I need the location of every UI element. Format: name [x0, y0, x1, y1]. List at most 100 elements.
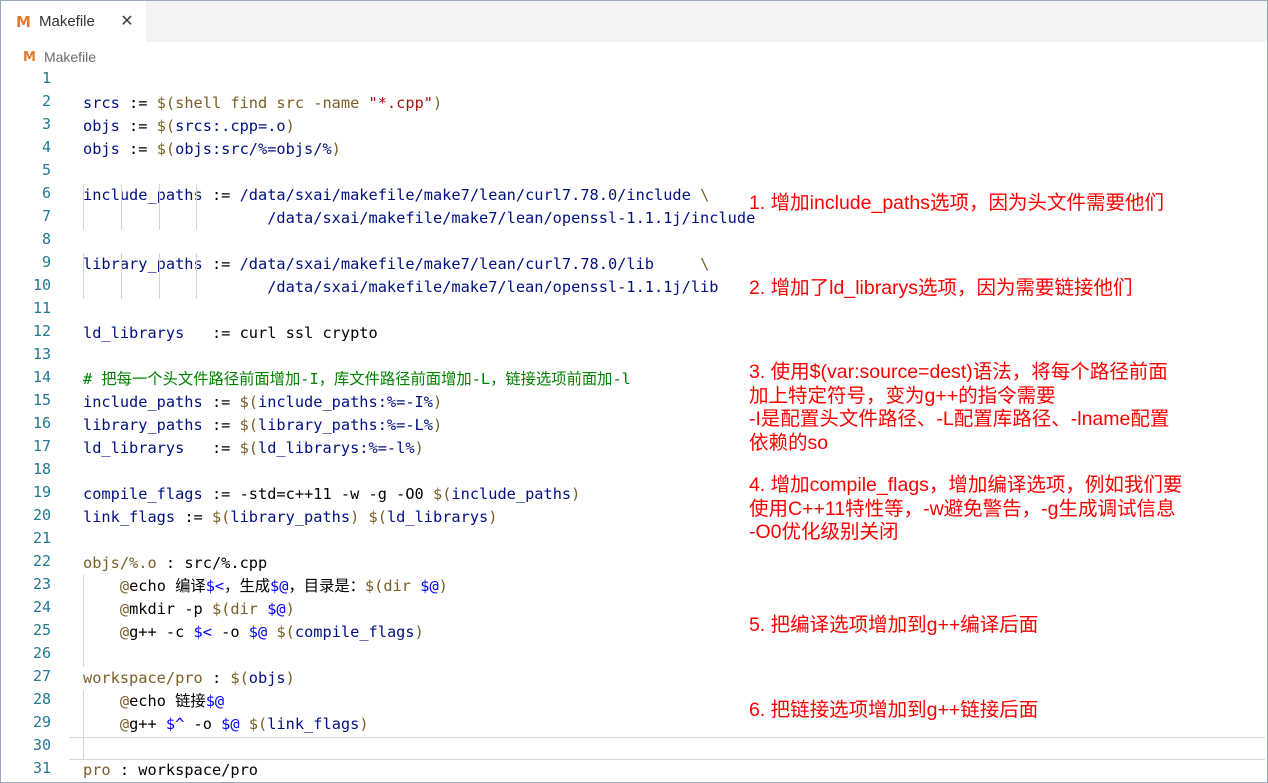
code-token: /data/sxai/makefile/make7/lean/curl7.78.… — [239, 255, 701, 273]
editor-window: M Makefile ✕ M Makefile 1 2 srcs := $(shel… — [0, 0, 1268, 783]
line-code: workspace/pro : $(objs) — [83, 667, 295, 690]
line-code: @g++ $^ -o $@ $(link_flags) — [83, 713, 369, 736]
code-token: ld_librarys — [386, 508, 489, 526]
code-token: include_paths — [451, 485, 572, 503]
code-token: $@ — [248, 623, 268, 641]
line-number: 6 — [41, 184, 51, 202]
code-line[interactable]: 8 — [1, 230, 1267, 253]
code-line[interactable]: 29 @g++ $^ -o $@ $(link_flags) — [1, 713, 1267, 736]
code-token: ) — [331, 140, 341, 158]
code-line[interactable]: 11 — [1, 299, 1267, 322]
breadcrumb-label: Makefile — [43, 49, 97, 65]
code-line[interactable]: 26 — [1, 644, 1267, 667]
code-token: @ — [119, 692, 130, 710]
code-token: ) — [488, 508, 498, 526]
code-token: -o — [184, 715, 222, 733]
indent-guide — [159, 184, 160, 230]
code-token: srcs — [83, 94, 120, 112]
code-token: ) — [432, 94, 443, 112]
code-line[interactable]: 5 — [1, 161, 1267, 184]
code-token: objs/%.o — [83, 554, 157, 572]
line-number: 1 — [41, 69, 51, 87]
code-token: g++ -c — [129, 623, 194, 641]
code-token: library_paths:%=-L% — [258, 416, 433, 434]
makefile-icon: M — [16, 13, 31, 31]
code-line[interactable]: 24 @mkdir -p $(dir $@) — [1, 598, 1267, 621]
code-token: @ — [119, 623, 130, 641]
code-line[interactable]: 27 workspace/pro : $(objs) — [1, 667, 1267, 690]
line-number: 10 — [32, 276, 51, 294]
code-token: -o — [211, 623, 249, 641]
code-token: := — [175, 508, 212, 526]
code-token: ) — [285, 600, 295, 618]
line-code: include_paths := $(include_paths:%=-I%) — [83, 391, 442, 414]
code-line[interactable]: 31 pro : workspace/pro — [1, 759, 1267, 782]
code-line[interactable]: 12 ld_librarys := curl ssl crypto — [1, 322, 1267, 345]
code-token: $( — [156, 140, 176, 158]
tab-makefile[interactable]: M Makefile ✕ — [1, 1, 146, 42]
code-line[interactable]: 1 — [1, 69, 1267, 92]
code-token: compile_flags — [294, 623, 415, 641]
code-token: library_paths — [83, 255, 203, 273]
code-token: $(dir — [211, 600, 268, 618]
code-token: $( — [276, 623, 295, 641]
makefile-icon: M — [23, 49, 36, 65]
annotation-1: 1. 增加include_paths选项，因为头文件需要他们 — [749, 192, 1165, 214]
code-token: $@ — [221, 715, 240, 733]
line-number: 23 — [32, 575, 51, 593]
code-token: echo 链接 — [129, 692, 206, 710]
line-code: link_flags := $(library_paths) $(ld_libr… — [83, 506, 497, 529]
code-line[interactable]: 28 @echo 链接$@ — [1, 690, 1267, 713]
line-number: 30 — [32, 736, 51, 754]
code-token: := — [184, 439, 240, 457]
code-token: include_paths — [83, 393, 203, 411]
code-token: := — [202, 255, 240, 273]
code-token: objs — [83, 140, 120, 158]
code-token: library_paths — [230, 508, 351, 526]
line-number: 21 — [32, 529, 51, 547]
code-token: ) — [414, 439, 424, 457]
code-token: : — [156, 554, 185, 572]
code-line[interactable]: 2 srcs := $(shell find src -name "*.cpp") — [1, 92, 1267, 115]
code-line[interactable]: 23 @echo 编译$<，生成$@，目录是：$(dir $@) — [1, 575, 1267, 598]
code-line[interactable]: 4 objs := $(objs:src/%=objs/%) — [1, 138, 1267, 161]
code-token: @ — [119, 577, 130, 595]
line-number: 15 — [32, 391, 51, 409]
indent-guide — [83, 184, 84, 230]
code-token: objs:src/%=objs/% — [175, 140, 332, 158]
code-line[interactable]: 30 — [1, 736, 1267, 759]
code-line[interactable]: 3 objs := $(srcs:.cpp=.o) — [1, 115, 1267, 138]
code-token: $( — [156, 117, 176, 135]
indent-guide — [196, 253, 197, 299]
indent-guide — [83, 253, 84, 299]
close-icon[interactable]: ✕ — [118, 10, 136, 32]
code-token: $( — [239, 416, 258, 434]
code-token: $( — [432, 485, 452, 503]
code-token: ) — [432, 416, 443, 434]
code-token: include_paths:%=-I% — [258, 393, 433, 411]
line-number: 27 — [32, 667, 51, 685]
code-token: $@ — [205, 692, 225, 710]
code-line[interactable]: 25 @g++ -c $< -o $@ $(compile_flags) — [1, 621, 1267, 644]
code-token: := — [119, 117, 157, 135]
line-number: 18 — [32, 460, 51, 478]
code-line[interactable]: 9 library_paths := /data/sxai/makefile/ma… — [1, 253, 1267, 276]
code-token: g++ — [129, 715, 166, 733]
code-token: $( — [239, 439, 258, 457]
breadcrumb[interactable]: M Makefile — [23, 47, 96, 67]
indent-guide — [83, 575, 84, 667]
line-code: compile_flags := -std=c++11 -w -g -O0 $(… — [83, 483, 580, 506]
code-token: ) $( — [350, 508, 387, 526]
code-token: /data/sxai/makefile/make7/lean/openssl-1… — [83, 278, 719, 296]
code-token: /data/sxai/makefile/make7/lean/curl7.78.… — [239, 186, 701, 204]
code-token: $< — [205, 577, 225, 595]
code-token: : — [110, 761, 139, 779]
code-line[interactable]: 22 objs/%.o : src/%.cpp — [1, 552, 1267, 575]
line-number: 16 — [32, 414, 51, 432]
code-token: /data/sxai/makefile/make7/lean/openssl-1… — [83, 209, 756, 227]
code-token: := — [202, 393, 240, 411]
code-token: @ — [119, 715, 130, 733]
